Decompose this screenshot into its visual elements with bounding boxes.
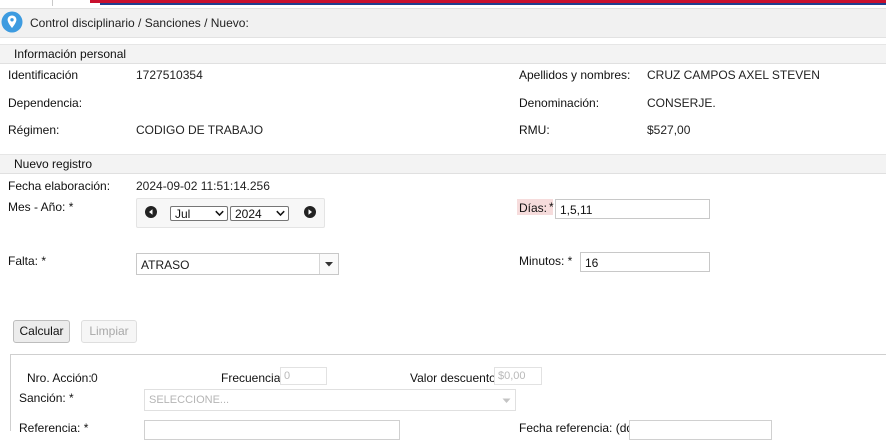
calcular-button[interactable]: Calcular bbox=[13, 320, 70, 343]
section-header-registro: Nuevo registro bbox=[0, 154, 886, 174]
valor-descuento-label: Valor descuento: bbox=[410, 371, 500, 385]
brand-stripe-blue bbox=[100, 3, 886, 5]
year-value: 2024 bbox=[235, 207, 262, 221]
section-title: Nuevo registro bbox=[14, 157, 93, 171]
chevron-down-icon bbox=[276, 210, 285, 217]
fecha-elaboracion-label: Fecha elaboración: bbox=[8, 179, 111, 193]
breadcrumb-bar: Control disciplinario / Sanciones / Nuev… bbox=[0, 8, 886, 38]
minutos-input[interactable]: 16 bbox=[580, 252, 710, 272]
dropdown-arrow-icon bbox=[502, 398, 511, 403]
next-month-icon[interactable] bbox=[304, 206, 316, 218]
dias-input-value: 1,5,11 bbox=[560, 203, 593, 217]
sancion-placeholder: SELECCIONE... bbox=[149, 394, 230, 406]
year-select[interactable]: 2024 bbox=[230, 206, 289, 221]
frecuencia-input[interactable]: 0 bbox=[280, 367, 327, 385]
falta-dropdown[interactable]: ATRASO bbox=[136, 253, 339, 275]
sancion-dropdown[interactable]: SELECCIONE... bbox=[144, 389, 516, 411]
rmu-value: $527,00 bbox=[647, 123, 691, 137]
apellidos-label: Apellidos y nombres: bbox=[519, 68, 631, 82]
regimen-value: CODIGO DE TRABAJO bbox=[136, 123, 264, 137]
top-tab-edge bbox=[28, 0, 53, 6]
sancion-label: Sanción: * bbox=[19, 391, 74, 405]
valor-descuento-value: $0,00 bbox=[498, 370, 526, 382]
nro-accion-label: Nro. Acción: bbox=[27, 371, 92, 385]
prev-month-icon[interactable] bbox=[145, 206, 157, 218]
section-title: Información personal bbox=[14, 47, 127, 61]
referencia-input[interactable] bbox=[144, 420, 400, 440]
dias-label: Días: bbox=[519, 201, 548, 215]
frecuencia-value: 0 bbox=[284, 370, 291, 382]
identificacion-label: Identificación bbox=[8, 68, 79, 82]
falta-label: Falta: * bbox=[8, 254, 47, 268]
denominacion-label: Denominación: bbox=[519, 96, 600, 110]
limpiar-button[interactable]: Limpiar bbox=[81, 320, 137, 343]
valor-descuento-input[interactable]: $0,00 bbox=[494, 367, 542, 385]
falta-value: ATRASO bbox=[141, 258, 190, 272]
top-tab-edge bbox=[0, 0, 29, 6]
dias-input[interactable]: 1,5,11 bbox=[555, 199, 710, 219]
month-select[interactable]: Jul bbox=[170, 206, 228, 221]
fecha-referencia-input[interactable] bbox=[629, 420, 772, 440]
chevron-down-icon bbox=[215, 210, 224, 217]
denominacion-value: CONSERJE. bbox=[647, 96, 716, 110]
referencia-label: Referencia: * bbox=[19, 421, 89, 435]
identificacion-value: 1727510354 bbox=[136, 68, 203, 82]
regimen-label: Régimen: bbox=[8, 123, 60, 137]
frecuencia-label: Frecuencia: bbox=[221, 371, 284, 385]
mes-anio-label: Mes - Año: * bbox=[8, 200, 74, 214]
dropdown-arrow-icon[interactable] bbox=[319, 254, 338, 274]
fecha-referencia-label: Fecha referencia: (dd- bbox=[519, 421, 638, 435]
month-year-picker: Jul 2024 bbox=[136, 198, 325, 228]
minutos-label: Minutos: * bbox=[519, 254, 573, 268]
breadcrumb: Control disciplinario / Sanciones / Nuev… bbox=[30, 16, 249, 30]
dias-required-mark: * bbox=[549, 200, 554, 214]
fecha-elaboracion-value: 2024-09-02 11:51:14.256 bbox=[136, 179, 270, 193]
top-strip bbox=[0, 0, 886, 6]
month-value: Jul bbox=[175, 207, 191, 221]
dependencia-label: Dependencia: bbox=[8, 96, 83, 110]
location-pin-icon bbox=[1, 11, 23, 33]
section-header-personal: Información personal bbox=[0, 44, 886, 64]
apellidos-value: CRUZ CAMPOS AXEL STEVEN bbox=[647, 68, 820, 82]
nro-accion-value: 0 bbox=[91, 371, 98, 385]
minutos-input-value: 16 bbox=[585, 256, 599, 270]
rmu-label: RMU: bbox=[519, 123, 550, 137]
